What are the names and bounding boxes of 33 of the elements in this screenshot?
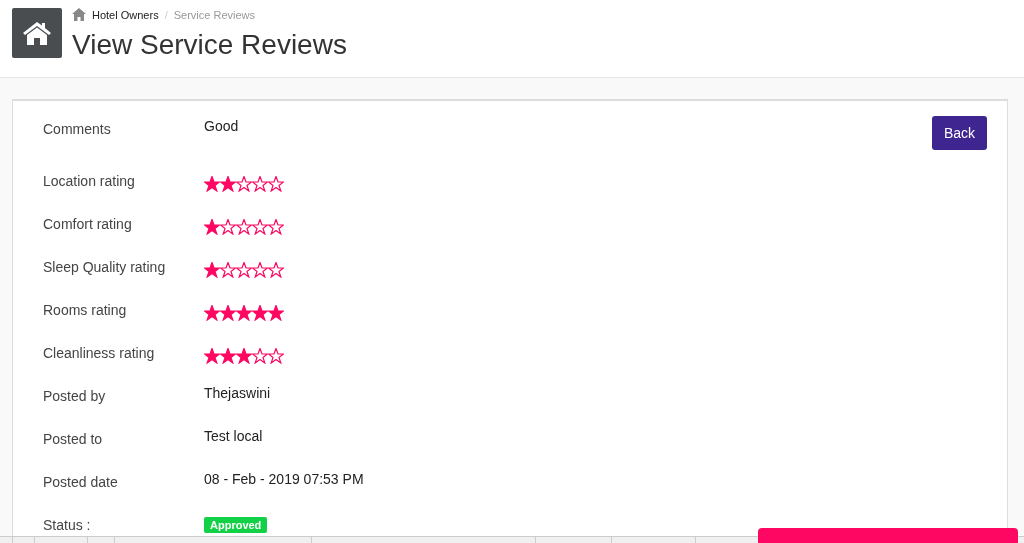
breadcrumb-link[interactable]: Hotel Owners xyxy=(92,8,159,21)
field-value: 08 - Feb - 2019 07:53 PM xyxy=(204,471,364,487)
filled-star-icon xyxy=(220,176,236,192)
field-value: Test local xyxy=(204,428,263,444)
field-label: Posted to xyxy=(43,431,104,447)
home-icon[interactable] xyxy=(72,8,86,21)
filled-star-icon xyxy=(236,305,252,321)
filled-star-icon xyxy=(220,348,236,364)
field-label: Location rating xyxy=(43,173,136,189)
filled-star-icon xyxy=(204,176,220,192)
filled-star-icon xyxy=(220,305,236,321)
field-label: Comments xyxy=(43,121,112,137)
filled-star-icon xyxy=(252,305,268,321)
page-title: View Service Reviews xyxy=(72,29,347,61)
status-badge: Approved xyxy=(204,517,268,533)
filled-star-icon xyxy=(268,305,284,321)
filled-star-icon xyxy=(236,348,252,364)
breadcrumb-separator: / xyxy=(164,8,168,21)
back-button[interactable]: Back xyxy=(931,116,987,150)
field-label: Status : xyxy=(43,517,92,533)
field-label: Posted date xyxy=(43,474,119,490)
field-value: Good xyxy=(204,118,239,134)
field-label: Comfort rating xyxy=(43,216,133,232)
field-label: Rooms rating xyxy=(43,302,128,318)
field-label: Cleanliness rating xyxy=(43,345,156,361)
filled-star-icon xyxy=(204,305,220,321)
filled-star-icon xyxy=(204,262,220,278)
field-label: Sleep Quality rating xyxy=(43,259,167,275)
field-value: Thejaswini xyxy=(204,385,271,401)
field-label: Posted by xyxy=(43,388,107,404)
home-icon[interactable] xyxy=(12,8,62,58)
filled-star-icon xyxy=(204,348,220,364)
filled-star-icon xyxy=(204,219,220,235)
